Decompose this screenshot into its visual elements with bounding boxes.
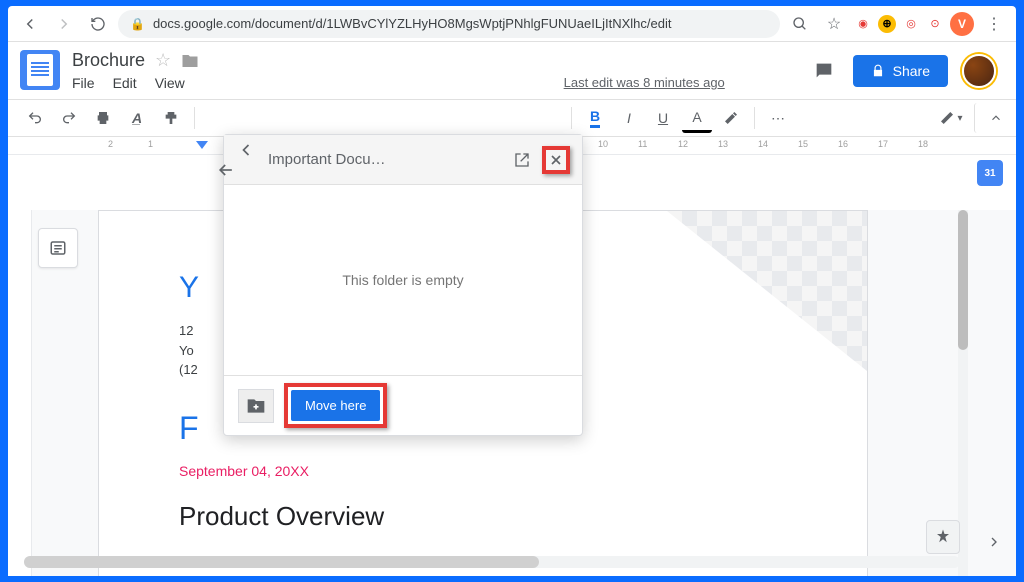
hide-menus-icon[interactable] <box>974 103 1004 133</box>
account-avatar[interactable] <box>962 54 996 88</box>
more-tools-icon[interactable]: ⋯ <box>763 103 793 133</box>
browser-menu-icon[interactable]: ⋮ <box>980 10 1008 38</box>
doc-date[interactable]: September 04, 20XX <box>179 463 787 479</box>
highlight-button[interactable] <box>716 103 746 133</box>
ext-icon-2[interactable]: ⊕ <box>878 15 896 33</box>
address-bar[interactable]: 🔒 docs.google.com/document/d/1LWBvCYlYZL… <box>118 10 780 38</box>
indent-marker[interactable] <box>196 141 208 151</box>
dialog-back-icon[interactable] <box>236 140 256 180</box>
browser-avatar[interactable]: V <box>950 12 974 36</box>
explore-button[interactable] <box>926 520 960 554</box>
lock-share-icon <box>871 64 885 78</box>
move-here-button[interactable]: Move here <box>291 390 380 421</box>
docs-logo[interactable] <box>20 50 60 90</box>
menu-bar: File Edit View Insert Format Tools Addon… <box>72 75 809 91</box>
menu-view[interactable]: View <box>155 75 185 91</box>
ext-icon-4[interactable]: ⊙ <box>926 15 944 33</box>
extensions-area: ◉ ⊕ ◎ ⊙ V ⋮ <box>854 10 1008 38</box>
dialog-folder-title: Important Docu… <box>268 151 502 168</box>
back-icon[interactable] <box>16 10 44 38</box>
side-panel-toggle-icon[interactable] <box>980 528 1008 556</box>
reload-icon[interactable] <box>84 10 112 38</box>
undo-icon[interactable] <box>20 103 50 133</box>
move-dialog: Important Docu… This folder is empty Mov… <box>223 134 583 436</box>
star-icon[interactable]: ☆ <box>820 10 848 38</box>
last-edit-text[interactable]: Last edit was 8 minutes ago <box>564 75 725 91</box>
overview-heading[interactable]: Product Overview <box>179 501 787 532</box>
docs-header: Brochure ☆ File Edit View Insert Format … <box>8 42 1016 91</box>
redo-icon[interactable] <box>54 103 84 133</box>
new-folder-button[interactable] <box>238 389 274 423</box>
zoom-icon[interactable] <box>786 10 814 38</box>
ext-icon-1[interactable]: ◉ <box>854 15 872 33</box>
menu-file[interactable]: File <box>72 75 95 91</box>
underline-button[interactable]: U <box>648 103 678 133</box>
calendar-icon[interactable]: 31 <box>977 160 1003 186</box>
spellcheck-icon[interactable]: A̲ <box>122 103 152 133</box>
move-folder-icon[interactable] <box>181 52 199 70</box>
menu-edit[interactable]: Edit <box>113 75 137 91</box>
lock-icon: 🔒 <box>130 17 145 31</box>
document-title[interactable]: Brochure <box>72 50 145 71</box>
paint-format-icon[interactable] <box>156 103 186 133</box>
browser-toolbar: 🔒 docs.google.com/document/d/1LWBvCYlYZL… <box>8 6 1016 42</box>
bold-button[interactable]: B <box>580 103 610 133</box>
editing-mode-button[interactable]: ▾ <box>936 103 966 133</box>
print-icon[interactable] <box>88 103 118 133</box>
url-text: docs.google.com/document/d/1LWBvCYlYZLHy… <box>153 16 672 31</box>
comments-icon[interactable] <box>809 56 839 86</box>
vertical-ruler[interactable] <box>8 210 32 576</box>
empty-folder-text: This folder is empty <box>342 272 463 288</box>
ext-icon-3[interactable]: ◎ <box>902 15 920 33</box>
formatting-toolbar: A̲ B I U A ⋯ ▾ <box>8 99 1016 137</box>
horizontal-scrollbar[interactable] <box>24 556 960 568</box>
open-in-new-icon[interactable] <box>514 152 530 168</box>
italic-button[interactable]: I <box>614 103 644 133</box>
dialog-close-button[interactable] <box>542 146 570 174</box>
share-button[interactable]: Share <box>853 55 948 87</box>
outline-toggle-button[interactable] <box>38 228 78 268</box>
forward-icon[interactable] <box>50 10 78 38</box>
star-doc-icon[interactable]: ☆ <box>155 50 171 71</box>
text-color-button[interactable]: A <box>682 103 712 133</box>
